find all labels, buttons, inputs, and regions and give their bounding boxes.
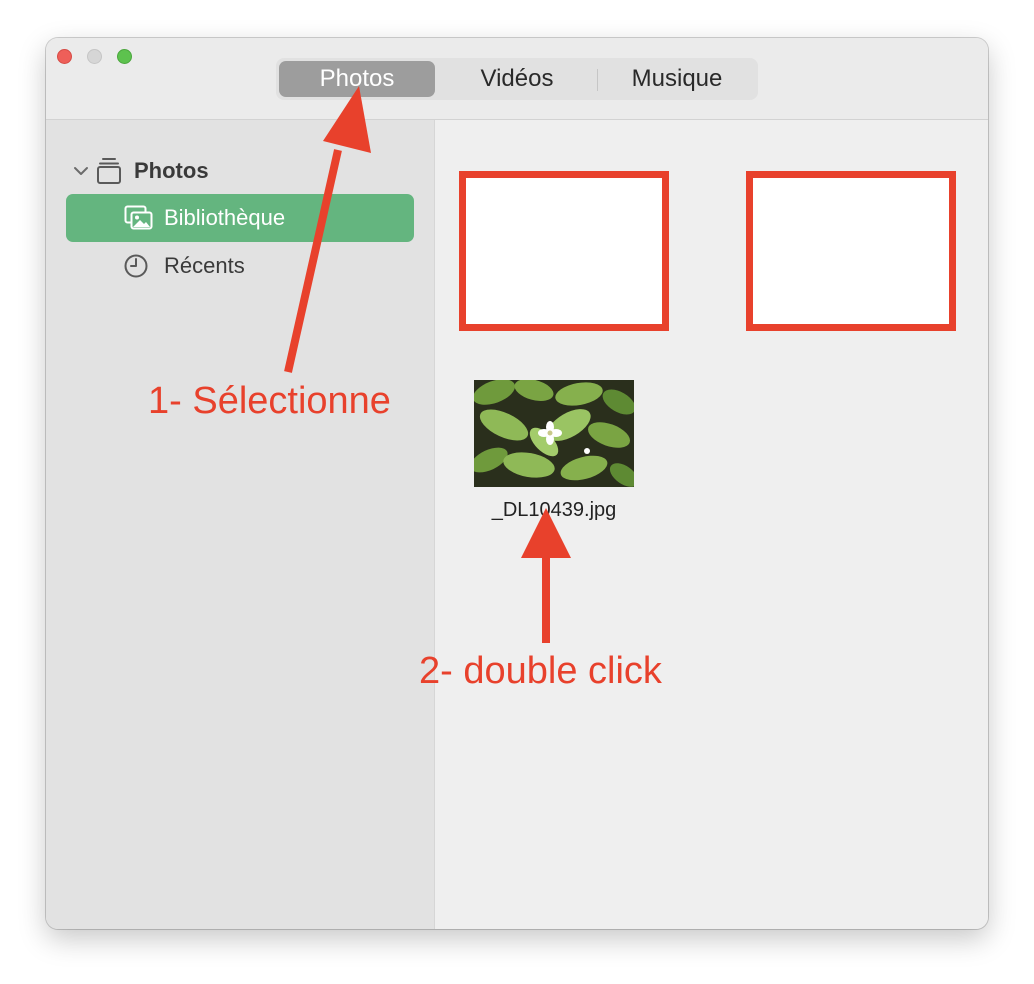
- annotation-arrowhead: [323, 86, 371, 153]
- annotation-overlay: [284, 86, 571, 643]
- annotation-step-2: 2- double click: [419, 650, 662, 692]
- annotation-arrowhead: [521, 508, 571, 558]
- annotation-step-1: 1- Sélectionne: [148, 380, 391, 422]
- annotation-arrow-shaft: [284, 149, 342, 373]
